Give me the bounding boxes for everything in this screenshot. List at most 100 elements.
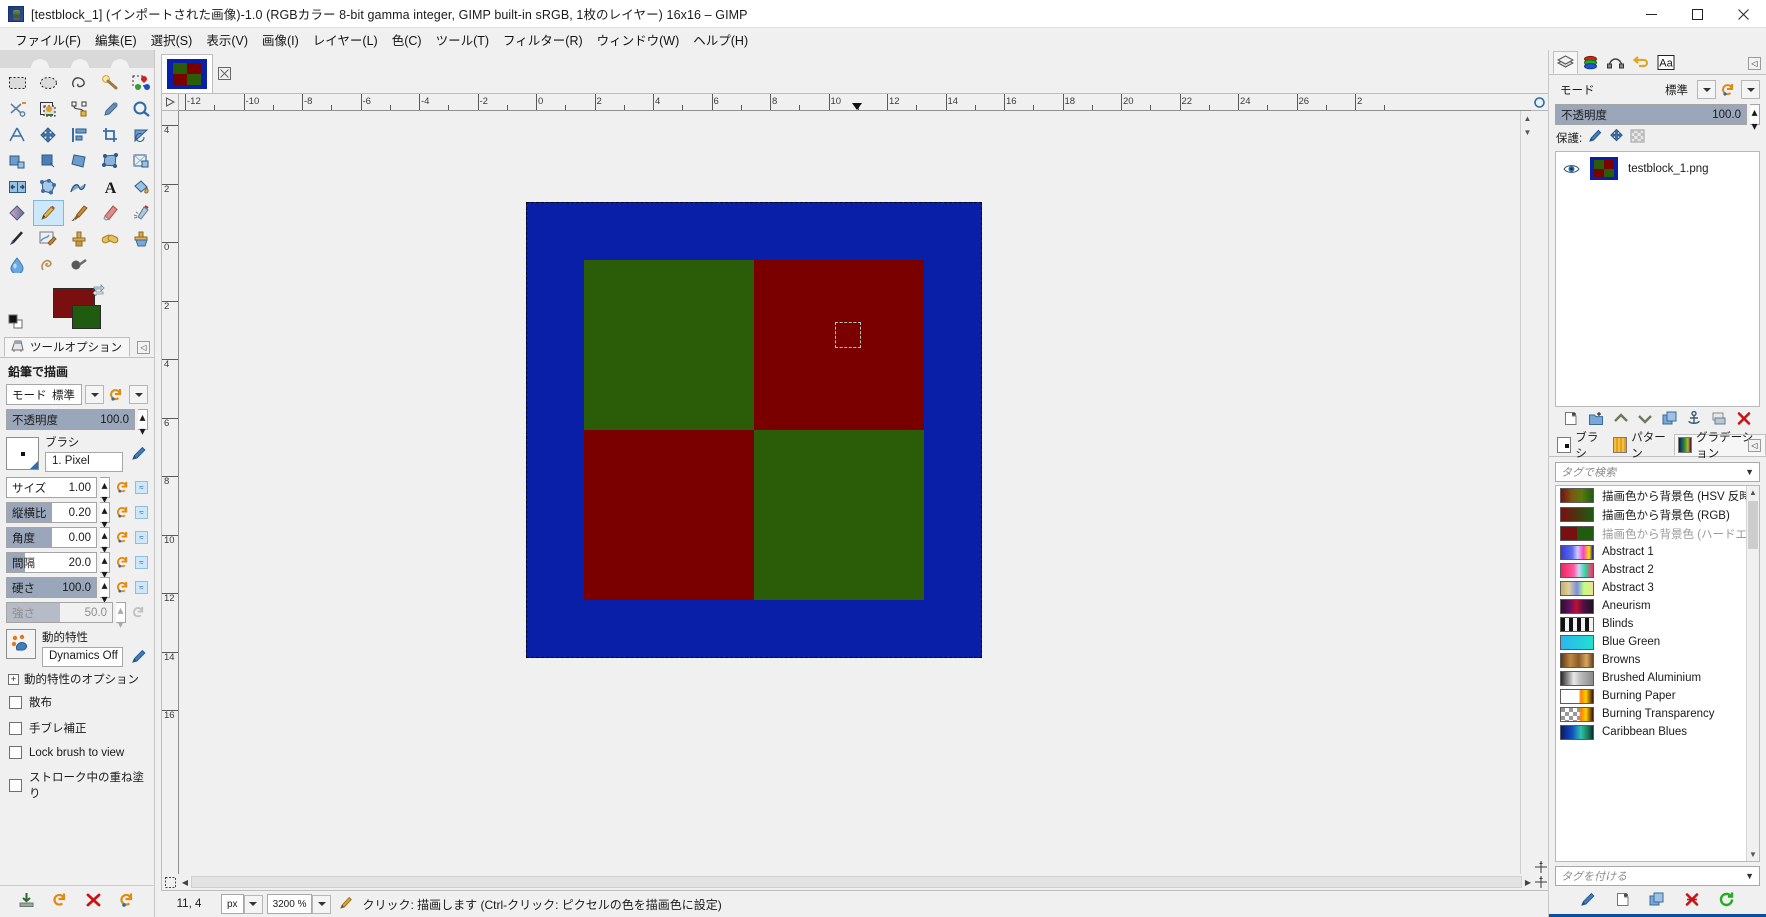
gradient-list-item[interactable]: 描画色から背景色 (ハードエッジ): [1556, 524, 1746, 543]
minimize-button[interactable]: [1628, 0, 1674, 28]
handle-transform-tool[interactable]: [126, 148, 157, 174]
ink-tool[interactable]: [2, 226, 33, 252]
gradient-tag-input[interactable]: タグを付ける ▼: [1555, 866, 1760, 886]
menu-file[interactable]: ファイル(F): [8, 28, 88, 51]
chevron-down-icon[interactable]: ▼: [1745, 871, 1754, 881]
align-tool[interactable]: [64, 122, 95, 148]
menu-layer[interactable]: レイヤー(L): [306, 28, 385, 51]
free-select-tool[interactable]: [64, 70, 95, 96]
angle-slider[interactable]: 角度 0.00: [6, 527, 97, 548]
dynamics-preview[interactable]: [6, 629, 36, 659]
layer-mode-select[interactable]: モード 標準: [1555, 79, 1694, 100]
layer-visibility-icon[interactable]: [1562, 163, 1580, 175]
new-layer-button[interactable]: [1563, 411, 1579, 429]
raise-layer-button[interactable]: [1613, 411, 1629, 429]
gradient-list-item[interactable]: Abstract 3: [1556, 579, 1746, 597]
hscroll-track[interactable]: [191, 876, 1522, 888]
menu-windows[interactable]: ウィンドウ(W): [590, 28, 687, 51]
list-item[interactable]: testblock_1.png: [1556, 152, 1759, 185]
size-dynamics-toggle[interactable]: ≈: [135, 481, 148, 494]
menu-select[interactable]: 選択(S): [144, 28, 200, 51]
delete-tool-options-icon[interactable]: [85, 892, 102, 911]
brush-value[interactable]: 1. Pixel: [45, 452, 123, 472]
edit-gradient-button[interactable]: [1580, 892, 1596, 910]
edit-dynamics-icon[interactable]: [129, 647, 148, 666]
perspective-clone-tool[interactable]: [126, 226, 157, 252]
paths-tool[interactable]: [64, 96, 95, 122]
hardness-slider[interactable]: 硬さ 100.0: [6, 577, 97, 598]
shear-tool[interactable]: [33, 148, 64, 174]
menu-view[interactable]: 表示(V): [199, 28, 255, 51]
gradient-list-item[interactable]: Caribbean Blues: [1556, 723, 1746, 741]
navigation-preview-button[interactable]: [1534, 860, 1548, 874]
lock-alpha-icon[interactable]: [1630, 129, 1645, 146]
image-artboard[interactable]: [526, 202, 982, 658]
angle-dynamics-toggle[interactable]: ≈: [135, 531, 148, 544]
aspect-slider[interactable]: 縦横比 0.20: [6, 502, 97, 523]
unit-selector[interactable]: px: [221, 894, 263, 914]
blur-sharpen-tool[interactable]: [2, 252, 33, 278]
pencil-tool[interactable]: [33, 200, 64, 226]
save-tool-options-icon[interactable]: [18, 892, 35, 911]
gradient-list-item[interactable]: Brushed Aluminium: [1556, 669, 1746, 687]
flip-tool[interactable]: [2, 174, 33, 200]
layer-opacity-spinner[interactable]: ▴ ▾: [1750, 104, 1760, 133]
menu-edit[interactable]: 編集(E): [88, 28, 144, 51]
zoom-selector[interactable]: 3200 %: [266, 894, 332, 914]
reset-mode-icon[interactable]: [107, 385, 126, 404]
new-layer-group-button[interactable]: [1588, 411, 1604, 429]
reset-tool-options-icon[interactable]: [119, 892, 136, 911]
scroll-down-icon[interactable]: ▼: [1747, 848, 1759, 861]
foreground-select-tool[interactable]: [33, 96, 64, 122]
spacing-dynamics-toggle[interactable]: ≈: [135, 556, 148, 569]
reset-spacing-icon[interactable]: [113, 553, 132, 572]
text-tool[interactable]: A: [95, 174, 126, 200]
size-spinner[interactable]: ▴ ▾: [100, 477, 110, 506]
size-slider[interactable]: サイズ 1.00: [6, 477, 97, 498]
zoom-tool[interactable]: [126, 96, 157, 122]
paint-mode-select[interactable]: モード 標準: [6, 384, 82, 405]
layers-list[interactable]: testblock_1.png: [1555, 151, 1760, 407]
scatter-checkbox[interactable]: [9, 695, 22, 709]
tab-undo-history[interactable]: [1628, 51, 1653, 74]
aspect-spinner[interactable]: ▴ ▾: [100, 502, 110, 531]
reset-hardness-icon[interactable]: [113, 578, 132, 597]
menu-help[interactable]: ヘルプ(H): [686, 28, 755, 51]
fuzzy-select-tool[interactable]: [95, 70, 126, 96]
heal-tool[interactable]: [95, 226, 126, 252]
gradient-list-item[interactable]: Aneurism: [1556, 597, 1746, 615]
gradient-list-item[interactable]: Abstract 1: [1556, 543, 1746, 561]
gradient-list-item[interactable]: Browns: [1556, 651, 1746, 669]
layer-opacity-slider[interactable]: 不透明度 100.0: [1555, 104, 1747, 125]
duplicate-layer-button[interactable]: [1662, 411, 1678, 429]
gradient-list-item[interactable]: 描画色から背景色 (RGB): [1556, 505, 1746, 524]
tab-layers[interactable]: [1553, 51, 1578, 74]
scroll-right-icon[interactable]: ▶: [1522, 874, 1534, 890]
move-tool[interactable]: [33, 122, 64, 148]
zoom-dropdown-button[interactable]: [312, 894, 332, 914]
scissors-select-tool[interactable]: [2, 96, 33, 122]
menu-image[interactable]: 画像(I): [255, 28, 306, 51]
close-button[interactable]: [1720, 0, 1766, 28]
gradient-search-input[interactable]: タグで検索 ▼: [1555, 462, 1760, 482]
reset-size-icon[interactable]: [113, 478, 132, 497]
lock-position-icon[interactable]: [1609, 128, 1624, 146]
clone-tool[interactable]: [64, 226, 95, 252]
tab-pointer[interactable]: Aa: [1653, 51, 1678, 74]
navigation-corner-icon[interactable]: [1534, 875, 1548, 889]
maximize-button[interactable]: [1674, 0, 1720, 28]
scroll-left-icon[interactable]: ◀: [179, 874, 191, 890]
tool-preset-button[interactable]: [129, 385, 148, 404]
swap-colors-icon[interactable]: [92, 283, 105, 297]
mypaint-brush-tool[interactable]: [33, 226, 64, 252]
unified-transform-tool[interactable]: [95, 148, 126, 174]
reset-layer-mode-icon[interactable]: [1719, 80, 1738, 99]
tab-patterns[interactable]: パターン: [1609, 432, 1674, 460]
opacity-spinner[interactable]: ▴ ▾: [138, 409, 148, 438]
warp-transform-tool[interactable]: [64, 174, 95, 200]
lower-layer-button[interactable]: [1637, 411, 1653, 429]
spacing-spinner[interactable]: ▴ ▾: [100, 552, 110, 581]
hardness-dynamics-toggle[interactable]: ≈: [135, 581, 148, 594]
image-canvas[interactable]: [179, 111, 1520, 874]
dynamics-value[interactable]: Dynamics Off: [42, 647, 123, 667]
